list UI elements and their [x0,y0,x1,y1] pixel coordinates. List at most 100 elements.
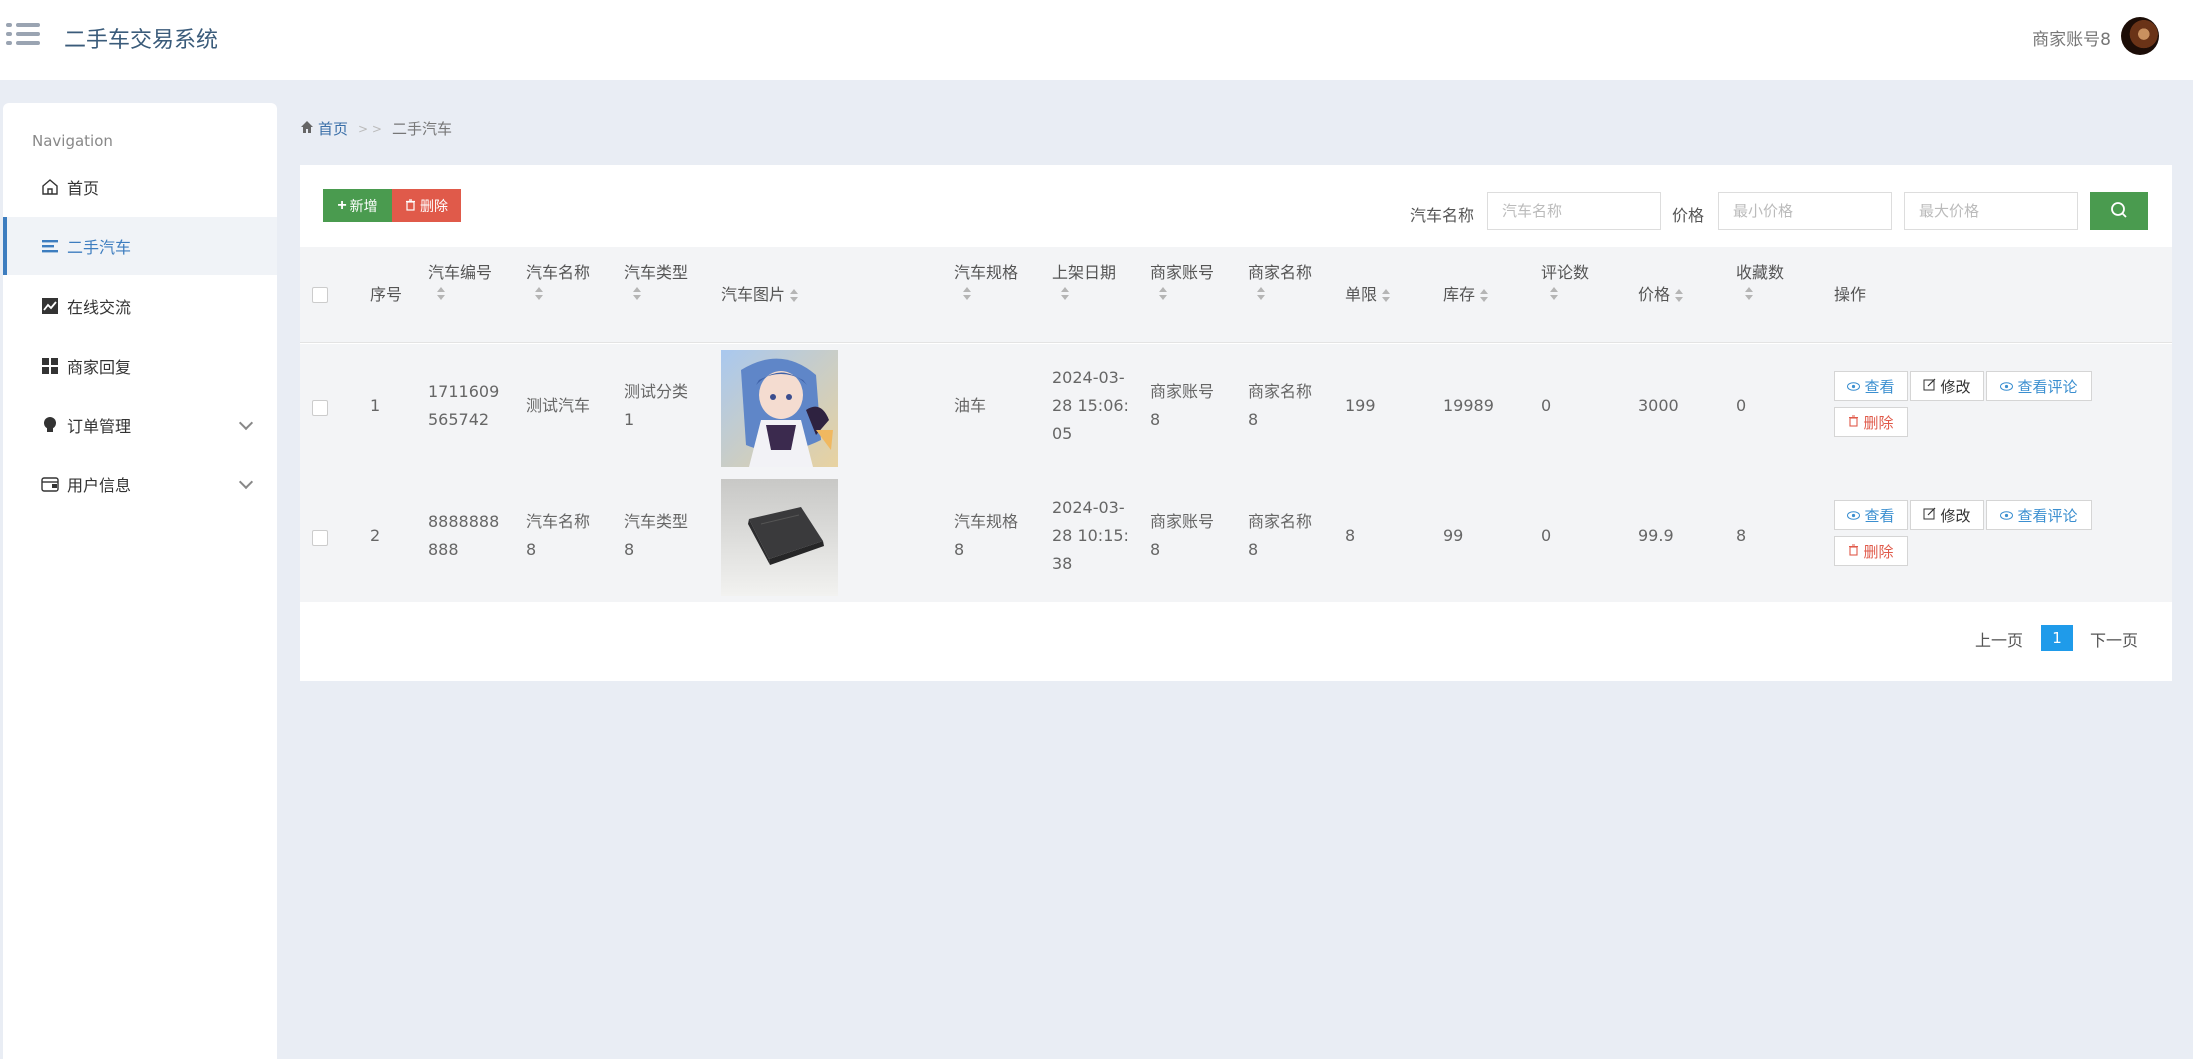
sidebar-item-online-chat[interactable]: 在线交流 [3,277,277,335]
col-car-name[interactable]: 汽车名称 [526,261,590,301]
table-header: 序号 汽车编号 汽车名称 汽车类型 汽车图片 汽车规格 上架日期 商家账号 商家… [300,247,2172,343]
sidebar-item-user-info[interactable]: 用户信息 [3,455,277,513]
sidebar-item-label: 订单管理 [67,417,132,436]
sidebar-item-label: 用户信息 [67,476,132,495]
sidebar: Navigation 首页 二手汽车 在线交流 商家回复 订单管理 用户信息 [3,103,277,1059]
sort-icon[interactable] [1549,287,1559,301]
col-car-type[interactable]: 汽车类型 [624,261,688,301]
sort-icon[interactable] [1744,287,1754,301]
nav-heading: Navigation [32,132,113,150]
sidebar-item-merchant-reply[interactable]: 商家回复 [3,337,277,395]
edit-icon [1923,506,1936,524]
cell-comments: 0 [1541,396,1552,415]
view-button[interactable]: 查看 [1834,500,1908,530]
edit-button[interactable]: 修改 [1910,371,1984,401]
sort-icon[interactable] [789,288,799,303]
cell-limit: 8 [1345,526,1356,545]
cell-merchant-name: 商家名称 8 [1248,382,1313,429]
sidebar-item-home[interactable]: 首页 [3,158,277,216]
grid-icon [41,357,59,375]
cell-stock: 19989 [1443,396,1494,415]
cell-car-type: 测试分类 1 [624,382,689,429]
sort-icon[interactable] [632,287,642,301]
min-price-input[interactable] [1718,192,1892,230]
cell-merchant-account: 商家账号 8 [1150,512,1215,559]
list-icon [41,237,59,255]
pagination-next[interactable]: 下一页 [2090,627,2138,651]
col-comments[interactable]: 评论数 [1541,261,1589,301]
sort-icon[interactable] [1381,288,1391,303]
avatar[interactable] [2121,17,2159,55]
col-car-spec[interactable]: 汽车规格 [954,261,1018,301]
cell-comments: 0 [1541,526,1552,545]
row-checkbox[interactable] [312,530,328,546]
col-merchant-name[interactable]: 商家名称 [1248,261,1312,301]
sort-icon[interactable] [436,287,446,301]
menu-toggle-icon[interactable] [6,20,40,48]
sidebar-item-label: 在线交流 [67,298,132,317]
car-image[interactable] [721,350,838,467]
col-price[interactable]: 价格 [1638,283,1684,307]
col-limit[interactable]: 单限 [1345,283,1391,307]
cell-price: 3000 [1638,396,1679,415]
sort-icon[interactable] [1256,287,1266,301]
cell-car-type: 汽车类型 8 [624,512,689,559]
view-comments-button[interactable]: 查看评论 [1986,500,2092,530]
col-actions: 操作 [1834,285,1867,304]
home-icon [300,120,314,138]
cell-car-name: 汽车名称 8 [526,512,591,559]
home-icon [41,178,59,196]
car-name-input[interactable] [1487,192,1661,230]
row-checkbox[interactable] [312,400,328,416]
add-button-label: 新增 [349,197,378,214]
pagination-prev[interactable]: 上一页 [1975,627,2023,651]
cell-limit: 199 [1345,396,1376,415]
breadcrumb-home-link[interactable]: 首页 [318,118,348,139]
chevron-down-icon[interactable] [238,474,254,490]
sidebar-item-order-management[interactable]: 订单管理 [3,396,277,454]
trash-icon [405,198,416,214]
edit-button[interactable]: 修改 [1910,500,1984,530]
car-image[interactable] [721,479,838,596]
delete-button[interactable]: 删除 [392,189,461,222]
col-listing-date[interactable]: 上架日期 [1052,261,1116,301]
sidebar-item-used-cars[interactable]: 二手汽车 [3,217,277,275]
sort-icon[interactable] [534,287,544,301]
sort-icon[interactable] [1674,288,1684,303]
sort-icon[interactable] [1479,288,1489,303]
row-delete-button[interactable]: 删除 [1834,407,1908,437]
sort-icon[interactable] [962,287,972,301]
cell-index: 2 [370,526,381,545]
cell-favorites: 0 [1736,396,1747,415]
select-all-checkbox[interactable] [312,287,328,303]
col-stock[interactable]: 库存 [1443,283,1489,307]
chevron-down-icon[interactable] [238,415,254,431]
col-merchant-account[interactable]: 商家账号 [1150,261,1214,301]
pagination-page-1[interactable]: 1 [2041,625,2073,651]
cell-merchant-account: 商家账号 8 [1150,382,1215,429]
cell-listing-date: 2024-03- 28 10:15: 38 [1052,498,1129,573]
sort-icon[interactable] [1060,287,1070,301]
row-delete-button[interactable]: 删除 [1834,536,1908,566]
trash-icon [1848,542,1859,560]
max-price-input[interactable] [1904,192,2078,230]
cell-car-name: 测试汽车 [526,396,591,415]
cell-price: 99.9 [1638,526,1674,545]
add-button[interactable]: + 新增 [323,189,392,222]
cell-car-code: 8888888 888 [428,512,500,559]
view-button[interactable]: 查看 [1834,371,1908,401]
cell-favorites: 8 [1736,526,1747,545]
sort-icon[interactable] [1158,287,1168,301]
col-car-image[interactable]: 汽车图片 [721,283,799,307]
user-name[interactable]: 商家账号8 [2032,25,2111,50]
sidebar-item-label: 商家回复 [67,358,132,377]
col-car-code[interactable]: 汽车编号 [428,261,492,301]
cell-stock: 99 [1443,526,1464,545]
price-label: 价格 [1672,206,1705,225]
view-comments-button[interactable]: 查看评论 [1986,371,2092,401]
col-favorites[interactable]: 收藏数 [1736,261,1784,301]
cell-listing-date: 2024-03- 28 15:06: 05 [1052,368,1129,443]
breadcrumb-separator: > > [358,121,382,136]
cell-car-spec: 油车 [954,396,987,415]
search-button[interactable] [2090,192,2148,230]
